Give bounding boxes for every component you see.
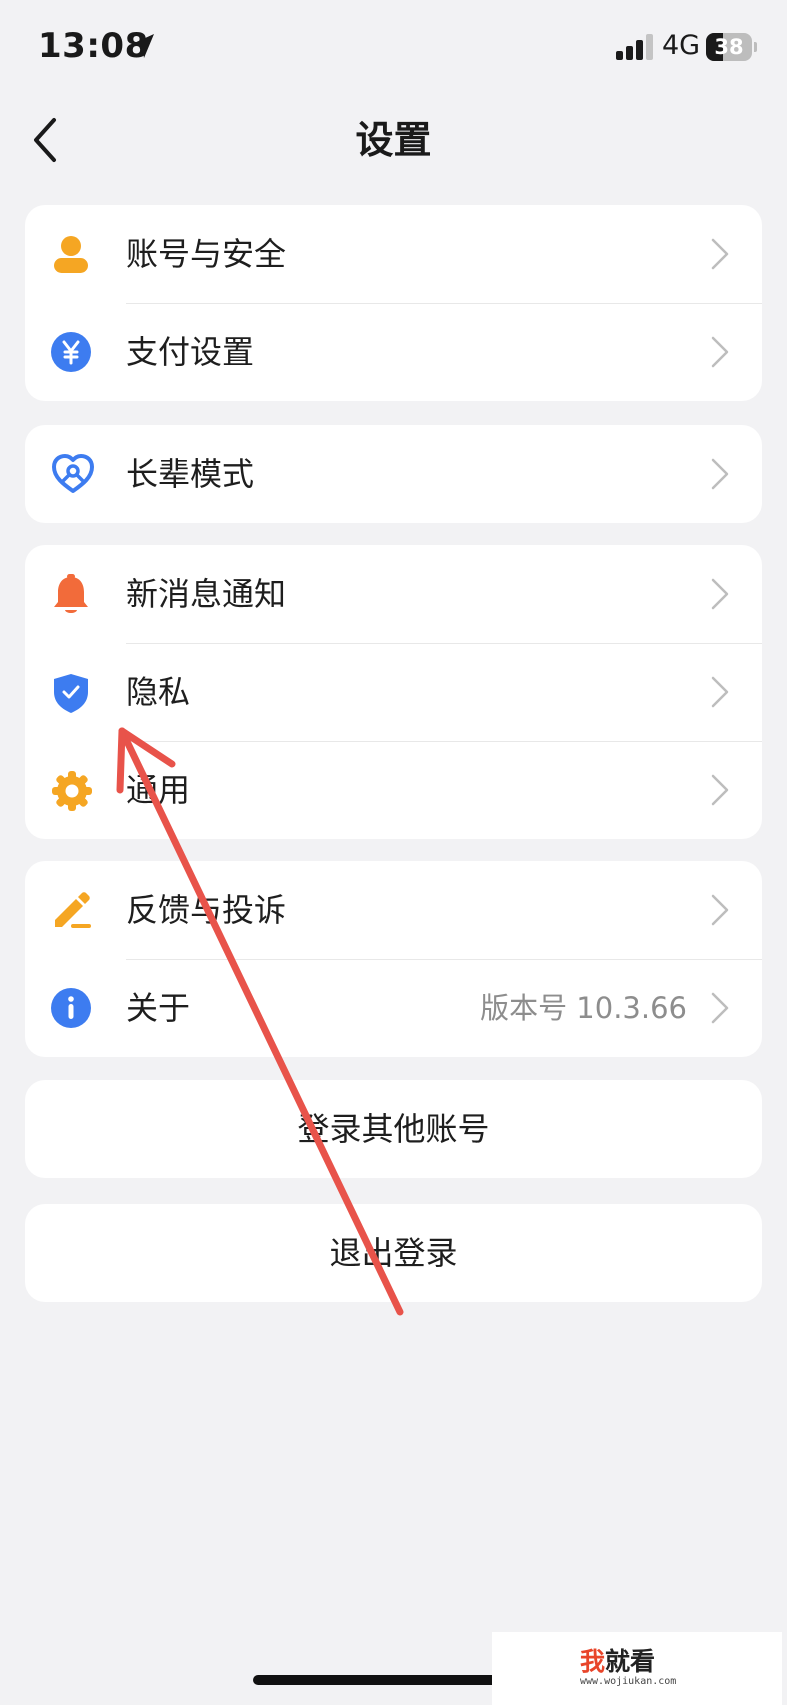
settings-item-label: 新消息通知	[126, 575, 287, 613]
cellular-signal-icon	[616, 34, 656, 64]
settings-item-about[interactable]: 关于 版本号 10.3.66	[25, 959, 762, 1057]
settings-item-label: 长辈模式	[126, 455, 255, 493]
battery-cap	[754, 42, 757, 52]
pencil-icon	[51, 890, 91, 930]
settings-item-account-security[interactable]: 账号与安全	[25, 205, 762, 303]
settings-item-notifications[interactable]: 新消息通知	[25, 545, 762, 643]
version-number: 版本号 10.3.66	[480, 991, 687, 1025]
watermark-first-char: 我	[580, 1647, 606, 1676]
switch-account-label: 登录其他账号	[297, 1110, 490, 1148]
logout-button[interactable]: 退出登录	[25, 1204, 762, 1302]
settings-group-about: 反馈与投诉 关于 版本号 10.3.66	[25, 861, 762, 1057]
chevron-right-icon	[710, 991, 730, 1029]
settings-item-label: 账号与安全	[126, 235, 287, 273]
home-indicator	[253, 1675, 533, 1685]
battery-level: 38	[714, 35, 744, 59]
chevron-right-icon	[710, 237, 730, 275]
gear-icon	[51, 770, 92, 811]
page-title: 设置	[355, 118, 432, 162]
settings-item-label: 隐私	[126, 673, 191, 711]
chevron-right-icon	[710, 577, 730, 615]
network-type: 4G	[662, 30, 701, 61]
settings-group-elder: 长辈模式	[25, 425, 762, 523]
settings-group-account: 账号与安全 支付设置	[25, 205, 762, 401]
settings-group-general: 新消息通知 隐私 通用	[25, 545, 762, 839]
user-icon	[51, 234, 91, 274]
yuan-icon	[51, 332, 91, 372]
location-arrow-icon	[130, 32, 156, 64]
status-bar: 13:08 4G 38	[0, 0, 787, 96]
chevron-right-icon	[710, 457, 730, 495]
settings-item-payment[interactable]: 支付设置	[25, 303, 762, 401]
settings-item-elder-mode[interactable]: 长辈模式	[25, 425, 762, 523]
watermark-url: www.wojiukan.com	[580, 1676, 677, 1687]
switch-account-button[interactable]: 登录其他账号	[25, 1080, 762, 1178]
settings-item-feedback[interactable]: 反馈与投诉	[25, 861, 762, 959]
watermark-text: 我就看	[580, 1642, 655, 1678]
heart-icon	[51, 454, 94, 494]
chevron-right-icon	[710, 773, 730, 811]
shield-icon	[51, 672, 91, 713]
bell-icon	[51, 574, 91, 614]
settings-item-privacy[interactable]: 隐私	[25, 643, 762, 741]
battery-icon: 38	[706, 33, 752, 61]
chevron-right-icon	[710, 335, 730, 373]
chevron-right-icon	[710, 675, 730, 713]
chevron-right-icon	[710, 893, 730, 931]
logout-label: 退出登录	[329, 1234, 458, 1272]
settings-item-label: 通用	[126, 771, 191, 809]
settings-item-label: 反馈与投诉	[126, 891, 287, 929]
settings-item-label: 关于	[126, 989, 191, 1027]
watermark-rest: 就看	[605, 1647, 656, 1676]
settings-item-general[interactable]: 通用	[25, 741, 762, 839]
info-icon	[51, 988, 91, 1028]
settings-item-label: 支付设置	[126, 333, 255, 371]
watermark-logo: 我就看 www.wojiukan.com	[492, 1632, 782, 1705]
